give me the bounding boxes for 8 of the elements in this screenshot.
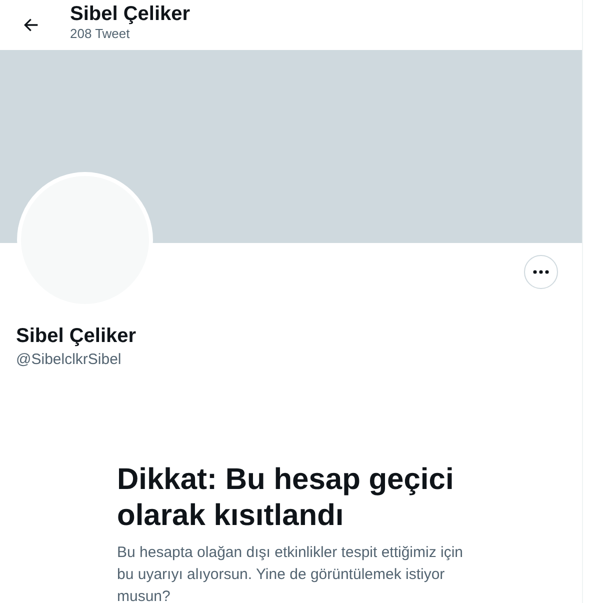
more-button[interactable] <box>524 255 558 289</box>
warning-title: Dikkat: Bu hesap geçici olarak kısıtlandı <box>117 462 455 534</box>
tweet-count: 208 Tweet <box>70 26 131 42</box>
profile-name: Sibel Çeliker <box>16 324 136 348</box>
profile-handle: @SibelclkrSibel <box>16 350 122 370</box>
profile-name: Sibel Çeliker <box>70 2 190 26</box>
warning-text: Bu hesapta olağan dışı etkinlikler tespit ettiğimiz için bu uyarıyı alıyorsun. Yine de görüntülemek istiyor musun? <box>117 543 464 603</box>
more-icon <box>533 270 549 274</box>
